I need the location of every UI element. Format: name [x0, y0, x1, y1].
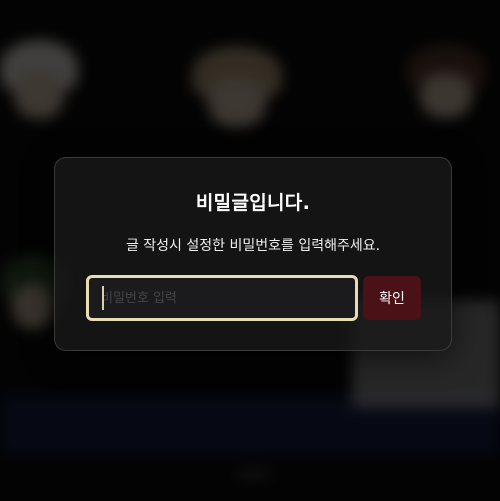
dialog-message: 글 작성시 설정한 비밀번호를 입력해주세요.: [125, 238, 381, 254]
text-caret: [102, 286, 104, 310]
password-input[interactable]: [86, 275, 358, 321]
dialog-title: 비밀글입니다.: [195, 192, 311, 214]
password-dialog: 비밀글입니다. 글 작성시 설정한 비밀번호를 입력해주세요. 확인: [54, 157, 452, 351]
confirm-button[interactable]: 확인: [363, 276, 421, 320]
